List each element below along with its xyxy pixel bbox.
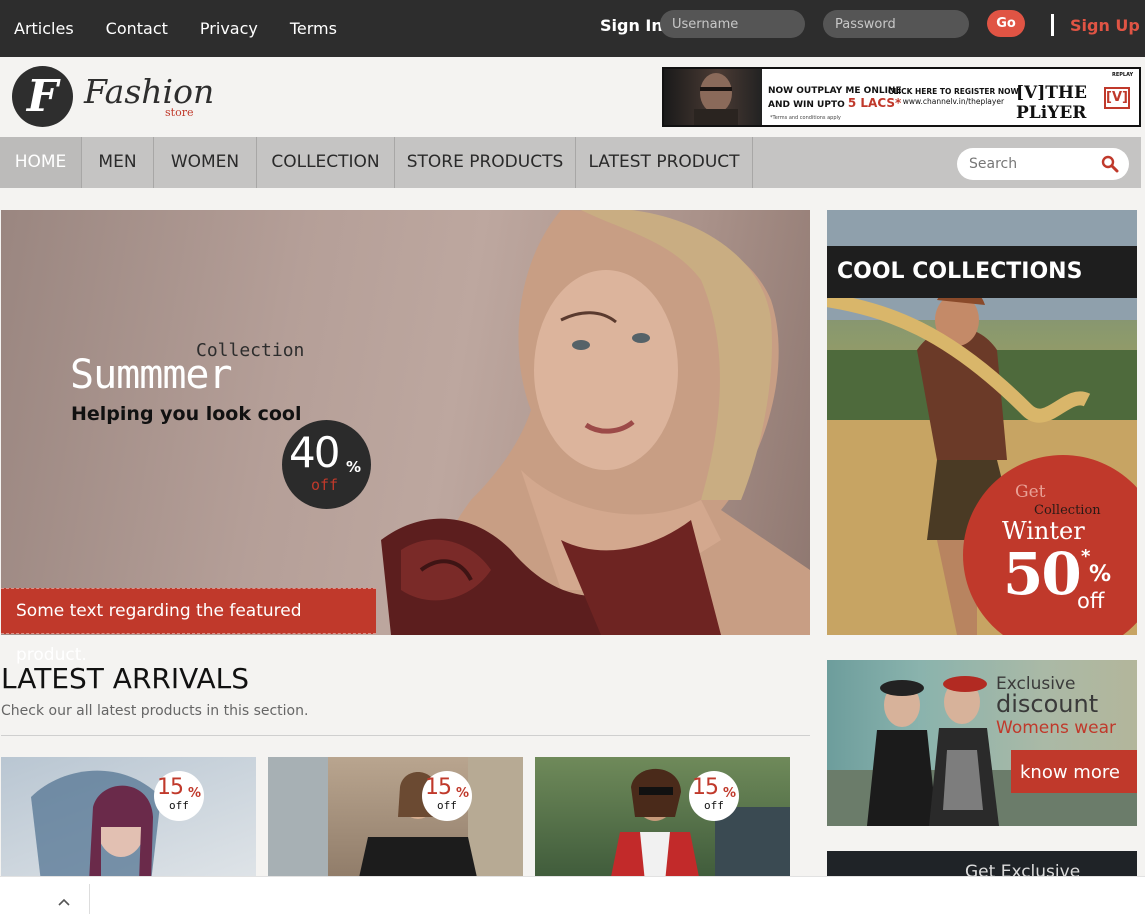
- hero-caption[interactable]: Some text regarding the featured product…: [1, 588, 376, 665]
- winter-collection-label: Collection: [1034, 503, 1101, 518]
- ad-register-text: CLICK HERE TO REGISTER NOW www.channelv.…: [888, 87, 1019, 107]
- product-discount-off: off: [437, 799, 457, 812]
- sign-up-link[interactable]: Sign Up: [1070, 16, 1140, 35]
- bottom-toolbar: [0, 876, 1145, 914]
- ad-line2: AND WIN UPTO 5 LACS*: [768, 97, 902, 111]
- ad-register-line: CLICK HERE TO REGISTER NOW: [888, 87, 1019, 96]
- nav-store-products[interactable]: STORE PRODUCTS: [395, 137, 576, 188]
- logo-subtitle: store: [165, 106, 194, 119]
- terms-link[interactable]: Terms: [290, 19, 337, 38]
- ad-line2a: AND WIN UPTO: [768, 100, 848, 110]
- product-discount-percent: %: [456, 786, 470, 801]
- nav-women[interactable]: WOMEN: [154, 137, 257, 188]
- product-discount-off: off: [169, 799, 189, 812]
- winter-discount-number: 50: [1003, 540, 1082, 608]
- nav-home[interactable]: HOME: [0, 137, 82, 188]
- go-button[interactable]: Go: [987, 10, 1025, 37]
- exclusive-models-image: [827, 676, 1137, 826]
- product-discount-number: 15: [157, 775, 184, 800]
- ad-replay-label: REPLAY: [1112, 72, 1134, 78]
- ad-terms: *Terms and conditions apply: [770, 115, 841, 121]
- search-icon[interactable]: [1101, 155, 1119, 173]
- latest-arrivals-title: LATEST ARRIVALS: [1, 662, 250, 695]
- topbar-divider: [1051, 14, 1054, 36]
- ad-url: www.channelv.in/theplayer: [902, 97, 1005, 106]
- exclusive-line2: discount: [996, 690, 1099, 718]
- exclusive-discount-banner[interactable]: [827, 660, 1137, 826]
- bottom-separator: [89, 884, 90, 914]
- logo-wordmark[interactable]: Fashion: [84, 72, 214, 111]
- winter-discount-percent: %: [1089, 562, 1112, 587]
- contact-link[interactable]: Contact: [106, 19, 168, 38]
- logo-letter: F: [26, 71, 59, 122]
- articles-link[interactable]: Articles: [14, 19, 74, 38]
- cool-collections-heading: COOL COLLECTIONS: [827, 246, 1137, 298]
- nav-latest-product[interactable]: LATEST PRODUCT: [576, 137, 753, 188]
- hero-discount-number: 40: [289, 428, 340, 477]
- product-image: [610, 768, 790, 882]
- hero-title: Summmer: [70, 352, 233, 398]
- ad-banner[interactable]: NOW OUTPLAY ME ONLINE AND WIN UPTO 5 LAC…: [662, 67, 1141, 127]
- winter-discount-off: off: [1077, 589, 1105, 613]
- product-card[interactable]: [1, 757, 256, 882]
- product-discount-percent: %: [188, 786, 202, 801]
- winter-get-label: Get: [1015, 482, 1046, 502]
- hero-tagline: Helping you look cool: [71, 403, 302, 425]
- product-image: [31, 770, 161, 882]
- nav-men[interactable]: MEN: [82, 137, 154, 188]
- product-discount-number: 15: [425, 775, 452, 800]
- chevron-up-icon[interactable]: [58, 898, 70, 906]
- product-card[interactable]: [535, 757, 790, 882]
- product-discount-off: off: [704, 799, 724, 812]
- privacy-link[interactable]: Privacy: [200, 19, 258, 38]
- hero-discount-off: off: [311, 476, 339, 494]
- sign-in-label: Sign In: [600, 16, 663, 35]
- ad-portrait-image: [664, 69, 762, 125]
- password-input[interactable]: [823, 10, 969, 38]
- top-links: Articles Contact Privacy Terms: [14, 0, 369, 57]
- latest-arrivals-subtitle: Check our all latest products in this se…: [1, 703, 309, 719]
- know-more-button[interactable]: know more: [1011, 750, 1137, 793]
- product-discount-number: 15: [692, 775, 719, 800]
- ad-headline: NOW OUTPLAY ME ONLINE AND WIN UPTO 5 LAC…: [768, 85, 902, 111]
- product-image: [268, 757, 523, 882]
- username-input[interactable]: [660, 10, 805, 38]
- product-card[interactable]: [268, 757, 523, 882]
- nav-collection[interactable]: COLLECTION: [257, 137, 395, 188]
- section-divider: [1, 735, 810, 736]
- ad-channel-logo: [V]: [1104, 87, 1130, 109]
- product-discount-percent: %: [723, 786, 737, 801]
- exclusive-line3: Womens wear: [996, 718, 1117, 738]
- hero-discount-percent: %: [346, 458, 362, 476]
